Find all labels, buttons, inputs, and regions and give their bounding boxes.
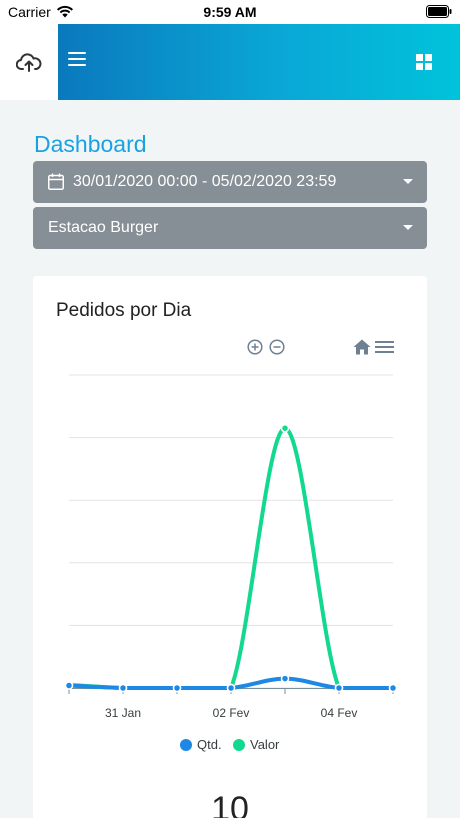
data-point-qtd [334,683,344,693]
legend-label-valor: Valor [250,737,280,752]
status-time: 9:59 AM [203,4,257,20]
orders-chart-card: Pedidos por Dia 31 Jan 02 Fev 04 Fev Qtd. … [33,276,427,818]
legend-item-valor[interactable]: Valor [233,737,279,752]
app-header [0,24,460,100]
data-point-qtd [64,681,74,690]
legend-dot-qtd [180,738,192,751]
x-tick-label: 02 Fev [213,706,250,720]
store-select[interactable]: Estacao Burger [33,207,427,249]
calendar-icon [48,173,64,190]
page-title: Dashboard [34,131,147,157]
grid-icon[interactable] [416,54,432,70]
legend-label-qtd: Qtd. [197,737,222,752]
data-point-qtd [388,683,398,693]
series-line-valor [67,426,395,690]
data-point-qtd [280,674,290,683]
hamburger-menu-icon[interactable] [68,52,86,66]
store-value: Estacao Burger [48,219,159,236]
legend-item-qtd[interactable]: Qtd. [180,737,222,752]
data-point-qtd [226,683,236,693]
cloud-upload-icon [16,53,42,72]
upload-button[interactable] [0,24,58,100]
chevron-down-icon [403,179,413,184]
x-tick-label: 31 Jan [105,706,141,720]
battery-icon [426,5,452,18]
x-tick-label: 04 Fev [321,706,358,720]
date-range-select[interactable]: 30/01/2020 00:00 - 05/02/2020 23:59 [33,161,427,203]
data-point-qtd [172,683,182,693]
chevron-down-icon [403,225,413,230]
total-orders-value: 10 [211,790,249,818]
date-range-value: 30/01/2020 00:00 - 05/02/2020 23:59 [73,173,337,190]
status-bar: Carrier 9:59 AM [0,0,460,24]
header-bar [58,24,460,100]
chart-legend: Qtd. Valor [33,737,427,755]
data-point-qtd [118,683,128,693]
legend-dot-valor [233,738,245,751]
data-point-valor [280,423,290,433]
